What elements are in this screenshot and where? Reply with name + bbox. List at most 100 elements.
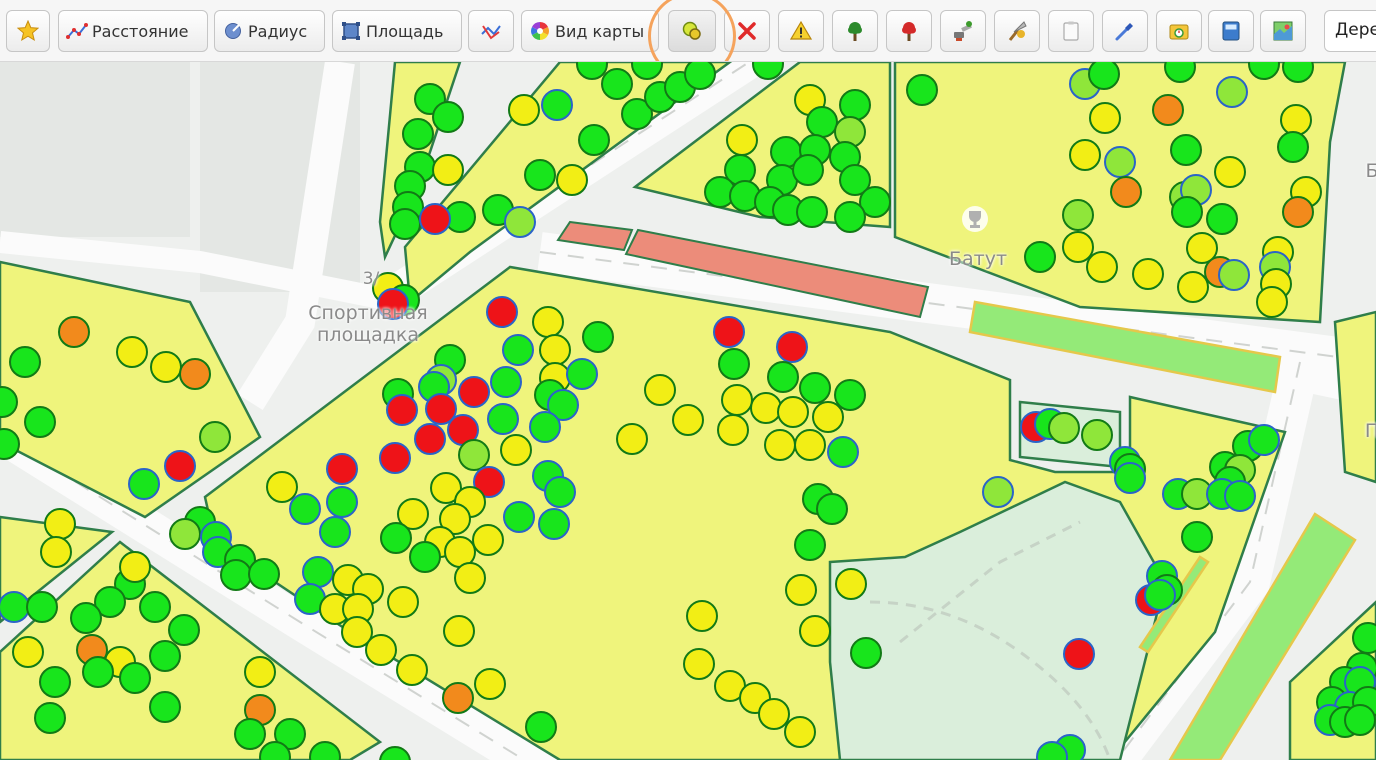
layer-select[interactable]: Деревья <box>1324 10 1376 52</box>
tree-marker[interactable] <box>525 711 557 743</box>
tree-marker[interactable] <box>474 668 506 700</box>
tree-marker[interactable] <box>672 404 704 436</box>
tree-marker[interactable] <box>503 501 535 533</box>
tree-marker[interactable] <box>1144 579 1176 611</box>
tree-marker[interactable] <box>386 394 418 426</box>
tree-marker[interactable] <box>24 406 56 438</box>
tree-marker[interactable] <box>490 366 522 398</box>
tree-marker[interactable] <box>1024 241 1056 273</box>
tree-marker[interactable] <box>1214 156 1246 188</box>
tree-marker[interactable] <box>502 334 534 366</box>
tree-marker[interactable] <box>1069 139 1101 171</box>
tree-marker[interactable] <box>982 476 1014 508</box>
tree-marker[interactable] <box>150 351 182 383</box>
map-view-button[interactable]: Вид карты <box>521 10 659 52</box>
tree-marker[interactable] <box>179 358 211 390</box>
tree-marker[interactable] <box>1177 271 1209 303</box>
tree-marker[interactable] <box>566 358 598 390</box>
tree-marker[interactable] <box>777 396 809 428</box>
tree-marker[interactable] <box>414 423 446 455</box>
green-tree-button[interactable] <box>832 10 878 52</box>
tree-marker[interactable] <box>686 600 718 632</box>
tree-marker[interactable] <box>169 518 201 550</box>
tree-marker[interactable] <box>119 662 151 694</box>
tree-marker[interactable] <box>524 159 556 191</box>
tree-marker[interactable] <box>1277 131 1309 163</box>
report-button[interactable] <box>1156 10 1202 52</box>
tree-marker[interactable] <box>199 421 231 453</box>
tree-marker[interactable] <box>58 316 90 348</box>
tree-marker[interactable] <box>1088 62 1120 90</box>
tree-marker[interactable] <box>0 591 30 623</box>
tree-marker[interactable] <box>721 384 753 416</box>
tree-marker[interactable] <box>220 559 252 591</box>
tree-marker[interactable] <box>472 524 504 556</box>
tree-marker[interactable] <box>1089 102 1121 134</box>
tree-marker[interactable] <box>1062 199 1094 231</box>
clipboard-button[interactable] <box>1048 10 1094 52</box>
tree-marker[interactable] <box>387 586 419 618</box>
tree-marker[interactable] <box>26 591 58 623</box>
tree-marker[interactable] <box>713 316 745 348</box>
tree-layer-button[interactable] <box>668 10 716 52</box>
tree-marker[interactable] <box>326 486 358 518</box>
tree-marker[interactable] <box>1171 196 1203 228</box>
tree-marker[interactable] <box>750 392 782 424</box>
tree-marker[interactable] <box>1224 480 1256 512</box>
warning-button[interactable] <box>778 10 824 52</box>
tree-marker[interactable] <box>1280 104 1312 136</box>
tree-marker[interactable] <box>34 702 66 734</box>
tree-marker[interactable] <box>839 89 871 121</box>
tree-marker[interactable] <box>1063 638 1095 670</box>
tree-marker[interactable] <box>389 208 421 240</box>
tree-marker[interactable] <box>40 536 72 568</box>
tree-marker[interactable] <box>796 196 828 228</box>
tree-marker[interactable] <box>266 471 298 503</box>
tree-marker[interactable] <box>601 68 633 100</box>
tree-marker[interactable] <box>776 331 808 363</box>
tree-marker[interactable] <box>419 203 451 235</box>
tree-marker[interactable] <box>1062 231 1094 263</box>
tree-marker[interactable] <box>1081 419 1113 451</box>
tree-marker[interactable] <box>139 591 171 623</box>
tree-marker[interactable] <box>508 94 540 126</box>
tree-marker[interactable] <box>1152 94 1184 126</box>
tree-marker[interactable] <box>12 636 44 668</box>
tree-marker[interactable] <box>486 296 518 328</box>
tree-marker[interactable] <box>443 615 475 647</box>
tree-marker[interactable] <box>827 436 859 468</box>
tree-marker[interactable] <box>1170 134 1202 166</box>
favorites-button[interactable] <box>6 10 50 52</box>
tree-marker[interactable] <box>487 403 519 435</box>
tree-marker[interactable] <box>578 124 610 156</box>
tree-marker[interactable] <box>432 154 464 186</box>
tree-marker[interactable] <box>458 376 490 408</box>
tree-marker[interactable] <box>792 154 824 186</box>
area-button[interactable]: Площадь <box>332 10 462 52</box>
tree-marker[interactable] <box>289 493 321 525</box>
tree-marker[interactable] <box>248 558 280 590</box>
tree-marker[interactable] <box>379 442 411 474</box>
tree-marker[interactable] <box>1206 203 1238 235</box>
radius-button[interactable]: Радиус <box>214 10 325 52</box>
tree-marker[interactable] <box>683 648 715 680</box>
tree-marker[interactable] <box>529 411 561 443</box>
tree-marker[interactable] <box>644 374 676 406</box>
tree-marker[interactable] <box>1352 622 1376 654</box>
tree-marker[interactable] <box>1048 412 1080 444</box>
tree-marker[interactable] <box>1218 259 1250 291</box>
tree-marker[interactable] <box>784 716 816 748</box>
tree-marker[interactable] <box>1344 704 1376 736</box>
tree-marker[interactable] <box>39 666 71 698</box>
tree-marker[interactable] <box>326 453 358 485</box>
tree-marker[interactable] <box>302 556 334 588</box>
tree-marker[interactable] <box>764 429 796 461</box>
tree-marker[interactable] <box>365 634 397 666</box>
tree-marker[interactable] <box>1164 62 1196 83</box>
tree-marker[interactable] <box>1216 76 1248 108</box>
pipette-button[interactable] <box>1102 10 1148 52</box>
tree-marker[interactable] <box>402 118 434 150</box>
tree-marker[interactable] <box>504 206 536 238</box>
tree-marker[interactable] <box>717 414 749 446</box>
tree-marker[interactable] <box>1110 176 1142 208</box>
